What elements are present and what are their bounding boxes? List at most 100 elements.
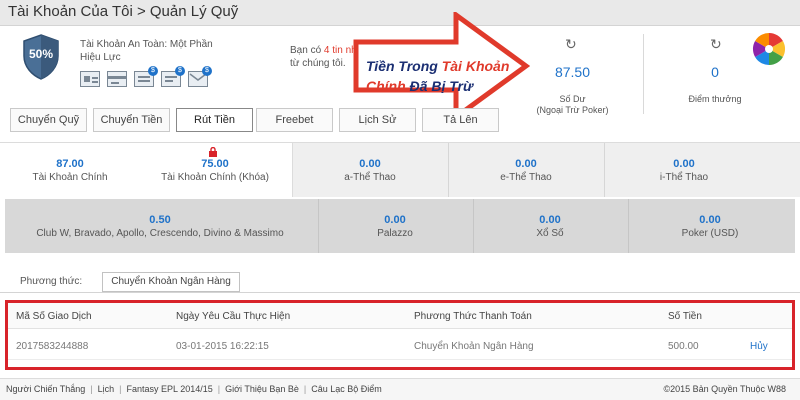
email-verify-icon[interactable]: $ [188,66,212,87]
callout-part-1: Tiền Trong [366,58,442,74]
credit-card-icon[interactable] [107,71,127,87]
balance-label: Số Dư (Ngoại Trừ Poker) [515,94,630,116]
callout-part-2: Tài Khoản [441,58,510,74]
callout-part-4: Đã Bị Trừ [405,78,473,94]
divider [0,292,800,293]
dollar-badge-icon: $ [148,66,158,76]
footer-link-winners[interactable]: Người Chiến Thắng [6,384,85,394]
account-label: Palazzo [377,228,413,239]
security-shield-icon: 50% [22,34,60,80]
verification-icons: $ $ $ [80,66,212,87]
account-main-locked: 75.00 Tài Khoản Chính (Khóa) [150,157,280,184]
security-percent: 50% [28,47,54,61]
method-select[interactable]: Chuyển Khoản Ngân Hàng [102,272,240,292]
method-label: Phương thức: [20,276,83,287]
copyright: ©2015 Bản Quyền Thuộc W88 [663,384,786,394]
divider [643,34,644,114]
message-prefix: Bạn có [290,45,324,56]
dollar-badge-icon: $ [202,66,212,76]
divider [448,143,449,197]
footer-link-points-club[interactable]: Câu Lạc Bộ Điểm [311,384,382,394]
header-payment-method: Phương Thức Thanh Toán [414,311,532,322]
points-label: Điểm thưởng [688,94,742,104]
footer-links: Người Chiến Thắng | Lịch | Fantasy EPL 2014/… [6,384,382,394]
header-transaction-id: Mã Số Giao Dịch [16,311,92,322]
tab-freebet[interactable]: Freebet [256,108,333,132]
callout-text: Tiền Trong Tài Khoản Chính Đã Bị Trừ [366,56,516,96]
account-label: i-Thể Thao [659,172,709,183]
callout-part-3: Chính [366,78,406,94]
account-palazzo: 0.00 Palazzo [325,213,465,240]
divider [473,199,474,253]
id-card-icon[interactable] [80,71,100,87]
account-value: 87.00 [56,158,84,170]
message-line-2: từ chúng tôi. [290,58,346,69]
transactions-table: Mã Số Giao Dịch Ngày Yêu Cầu Thực Hiện P… [5,300,795,370]
balance-label-line-1: Số Dư [559,94,586,104]
tab-chuyen-quy[interactable]: Chuyển Quỹ [10,108,87,132]
account-value: 0.50 [149,214,171,226]
account-balances-row-1: 87.00 Tài Khoản Chính 75.00 Tài Khoản Ch… [0,142,800,197]
account-label: a-Thể Thao [344,172,396,183]
footer-separator: | [217,384,221,394]
phone-verify-icon[interactable]: $ [161,66,185,87]
footer-separator: | [303,384,307,394]
refresh-points-icon[interactable]: ↻ [710,36,722,53]
account-value: 0.00 [673,158,695,170]
balance-value: 87.50 [554,64,591,80]
footer-link-calendar[interactable]: Lịch [98,384,115,394]
transaction-id: 2017583244888 [16,341,89,352]
account-poker: 0.00 Poker (USD) [635,213,785,240]
footer-link-refer[interactable]: Giới Thiệu Bạn Bè [225,384,299,394]
amount: 500.00 [668,341,699,352]
account-label: e-Thể Thao [500,172,552,183]
tab-rut-tien[interactable]: Rút Tiền [176,108,253,132]
tab-tai-len[interactable]: Tả Lên [422,108,499,132]
divider [604,143,605,197]
account-value: 0.00 [359,158,381,170]
security-line-1: Tài Khoản An Toàn: Một Phần [80,39,213,50]
divider [318,199,319,253]
lock-icon [208,144,218,157]
account-label: Tài Khoản Chính (Khóa) [161,172,269,183]
account-casino-group: 0.50 Club W, Bravado, Apollo, Crescendo,… [5,213,315,240]
account-label: Xổ Số [536,228,564,239]
refresh-balance-icon[interactable]: ↻ [565,36,577,53]
balance-label-line-2: (Ngoại Trừ Poker) [536,105,609,115]
account-value: 0.00 [515,158,537,170]
table-header: Mã Số Giao Dịch Ngày Yêu Cầu Thực Hiện P… [8,303,792,329]
account-value: 0.00 [539,214,561,226]
footer-link-fantasy[interactable]: Fantasy EPL 2014/15 [127,384,213,394]
lucky-wheel-icon[interactable] [752,32,786,66]
divider [8,359,792,360]
header-request-date: Ngày Yêu Cầu Thực Hiện [176,311,291,322]
tab-lich-su[interactable]: Lịch Sử [339,108,416,132]
tab-chuyen-tien[interactable]: Chuyển Tiền [93,108,170,132]
account-value: 0.00 [384,214,406,226]
account-a-sports: 0.00 a-Thể Thao [310,157,430,184]
fund-management-page: Tài Khoản Của Tôi > Quản Lý Quỹ 50% Tài … [0,0,800,400]
footer: Người Chiến Thắng | Lịch | Fantasy EPL 2014/… [0,378,800,400]
security-line-2: Hiệu Lực [80,52,121,63]
account-lottery: 0.00 Xổ Số [480,213,620,240]
footer-separator: | [119,384,122,394]
dollar-badge-icon: $ [175,66,185,76]
payment-method: Chuyển Khoản Ngân Hàng [414,341,534,352]
header-amount: Số Tiền [668,311,702,322]
request-date: 03-01-2015 16:22:15 [176,341,269,352]
page-title: Tài Khoản Của Tôi > Quản Lý Quỹ [8,3,239,20]
divider [628,199,629,253]
account-value: 75.00 [201,158,229,170]
account-main: 87.00 Tài Khoản Chính [10,157,130,184]
account-i-sports: 0.00 i-Thể Thao [624,157,744,184]
account-label: Tài Khoản Chính [32,172,108,183]
points-value: 0 [711,64,719,80]
document-verify-icon[interactable]: $ [134,66,158,87]
account-label: Poker (USD) [681,228,739,239]
account-e-sports: 0.00 e-Thể Thao [466,157,586,184]
account-label: Club W, Bravado, Apollo, Crescendo, Divi… [36,228,284,239]
cancel-transaction-button[interactable]: Hủy [750,341,768,352]
footer-separator: | [90,384,93,394]
account-value: 0.00 [699,214,721,226]
account-balances-row-2: 0.50 Club W, Bravado, Apollo, Crescendo,… [5,199,795,253]
